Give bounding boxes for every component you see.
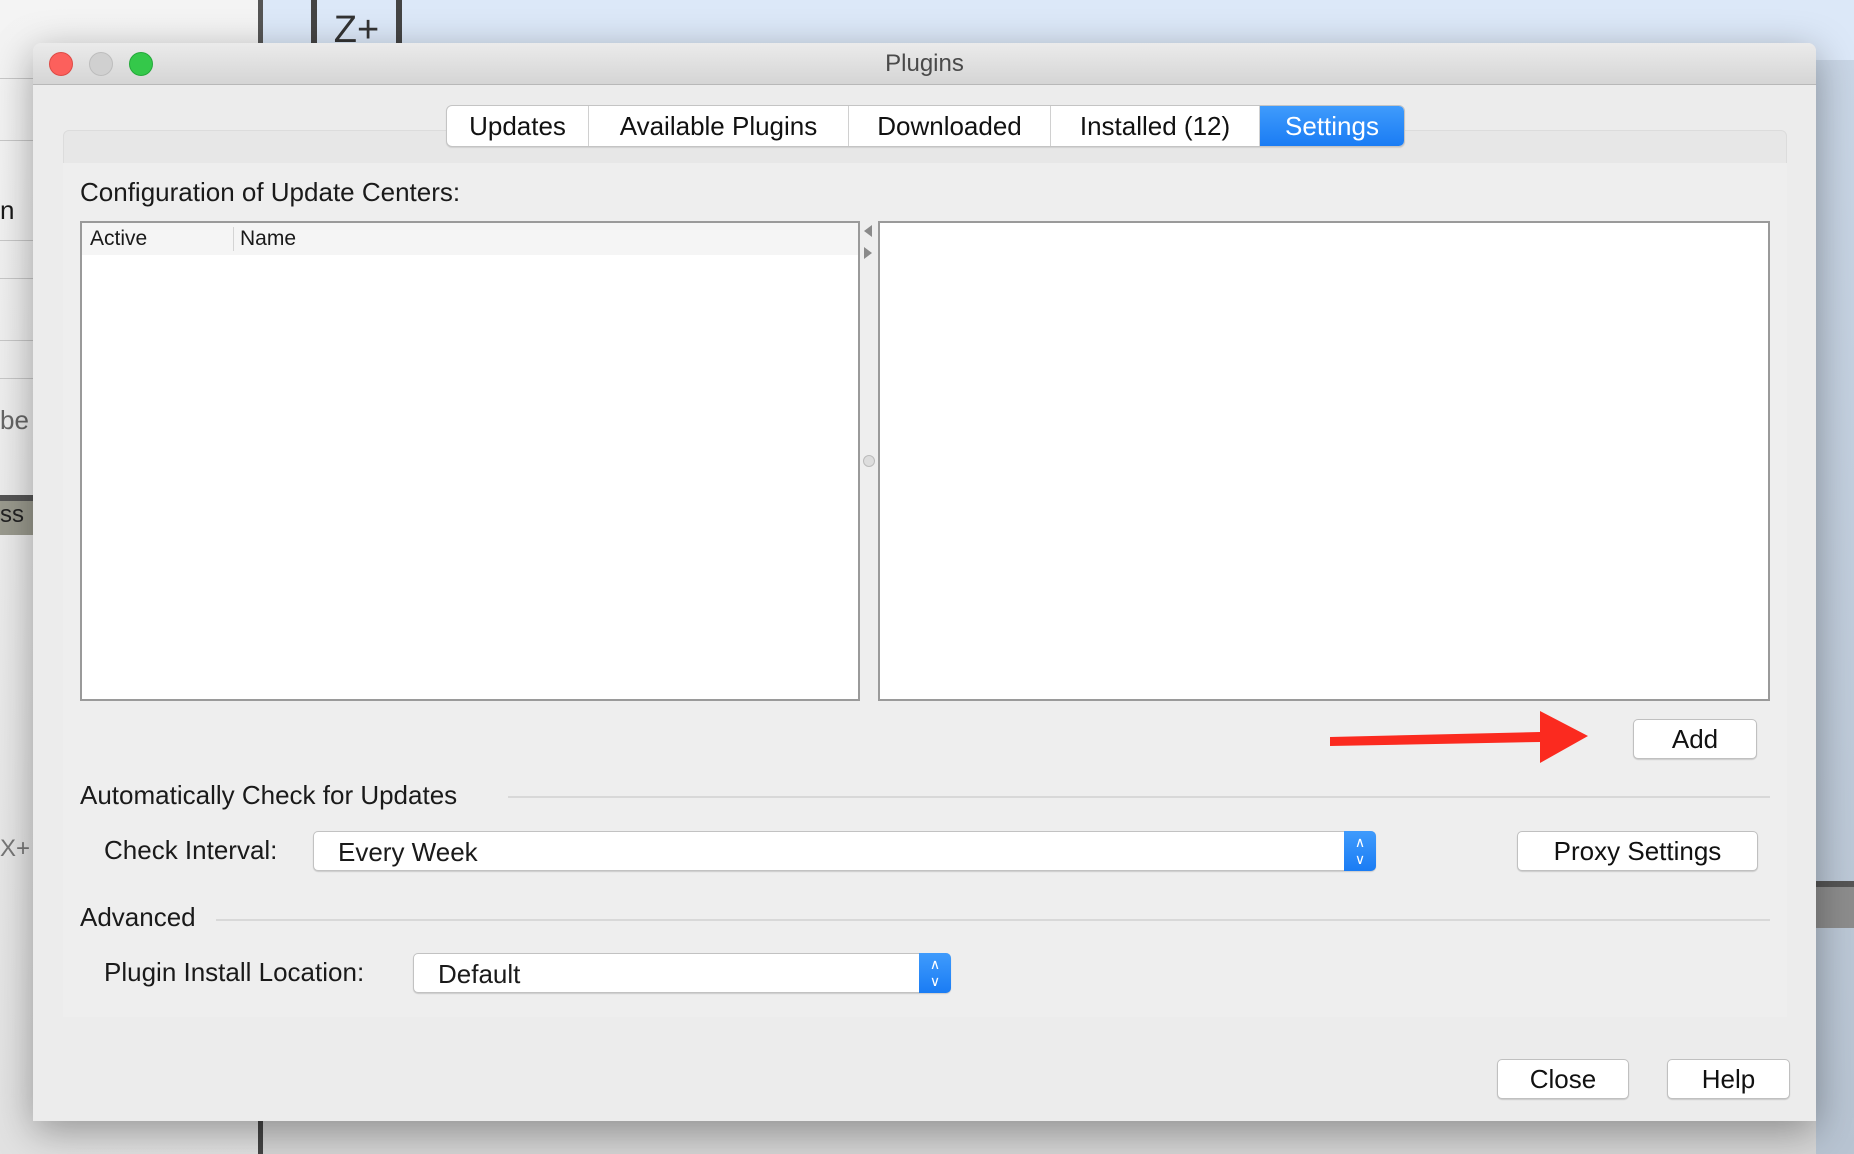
proxy-settings-button[interactable]: Proxy Settings: [1517, 831, 1758, 871]
split-pane-divider[interactable]: [860, 221, 878, 701]
background-divider: [258, 1121, 263, 1154]
background-band: [1816, 881, 1854, 928]
plugins-dialog: Plugins Updates Available Plugins Downlo…: [33, 43, 1816, 1121]
check-interval-select[interactable]: Every Week ∧ ∨: [313, 831, 1376, 871]
column-header-active[interactable]: Active: [90, 223, 147, 255]
tab-downloaded[interactable]: Downloaded: [849, 106, 1051, 146]
column-header-name[interactable]: Name: [240, 223, 296, 255]
window-title: Plugins: [885, 50, 964, 77]
splitter-grip-icon[interactable]: [863, 455, 875, 467]
section-separator: [508, 796, 1770, 798]
annotation-arrow-icon: [1330, 711, 1588, 763]
column-divider[interactable]: [233, 227, 234, 251]
background-text: ss: [0, 495, 34, 535]
install-location-label: Plugin Install Location:: [104, 957, 365, 987]
background-text: n: [0, 195, 15, 225]
background-text: X+: [0, 835, 31, 862]
chevron-up-down-icon[interactable]: ∧ ∨: [919, 953, 951, 993]
chevron-up-down-icon[interactable]: ∧ ∨: [1344, 831, 1376, 871]
check-interval-value: Every Week: [338, 837, 478, 867]
tab-bar: Updates Available Plugins Downloaded Ins…: [446, 105, 1405, 147]
table-header: Active Name: [82, 223, 858, 255]
install-location-select[interactable]: Default ∧ ∨: [413, 953, 951, 993]
update-centers-table[interactable]: Active Name: [80, 221, 860, 701]
close-button[interactable]: Close: [1497, 1059, 1629, 1099]
check-interval-label: Check Interval:: [104, 835, 278, 865]
add-update-center-button[interactable]: Add: [1633, 719, 1757, 759]
collapse-left-icon[interactable]: [864, 225, 872, 237]
help-button[interactable]: Help: [1667, 1059, 1790, 1099]
background-window-right: [1816, 60, 1854, 1154]
background-text: be: [0, 405, 29, 435]
tab-installed[interactable]: Installed (12): [1051, 106, 1260, 146]
tab-settings[interactable]: Settings: [1260, 106, 1404, 146]
tab-available-plugins[interactable]: Available Plugins: [589, 106, 849, 146]
tab-updates[interactable]: Updates: [447, 106, 589, 146]
update-centers-heading: Configuration of Update Centers:: [80, 177, 461, 207]
collapse-right-icon[interactable]: [864, 247, 872, 259]
auto-check-heading: Automatically Check for Updates: [80, 780, 458, 810]
update-center-details-panel: [878, 221, 1770, 701]
advanced-heading: Advanced: [80, 902, 196, 932]
install-location-value: Default: [438, 959, 521, 989]
section-separator: [216, 919, 1770, 921]
